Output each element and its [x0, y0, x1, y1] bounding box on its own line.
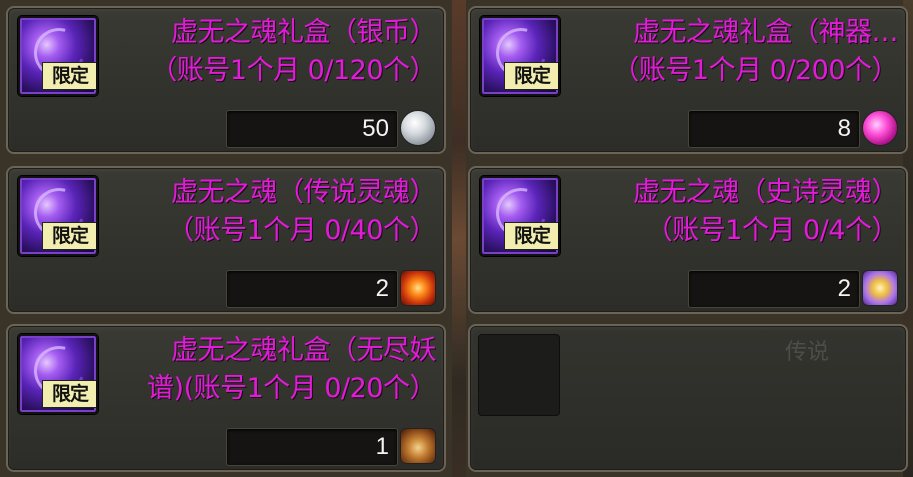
item-price: 2: [375, 275, 389, 302]
background-text: 传说: [785, 340, 830, 365]
shop-item-empty: 传说: [468, 324, 908, 472]
shop-item-silver-giftbox[interactable]: 限定 虚无之魂礼盒（银币） （账号1个月 0/120个） 50: [6, 6, 446, 154]
item-title: 虚无之魂（史诗灵魂） （账号1个月 0/4个）: [633, 177, 899, 246]
item-title: 虚无之魂（传说灵魂） （账号1个月 0/40个）: [167, 177, 436, 246]
price-bar: 2: [226, 270, 398, 308]
silver-coin-icon: [400, 110, 436, 146]
item-price: 2: [837, 275, 851, 302]
limited-badge: 限定: [42, 380, 96, 408]
pink-orb-icon: [862, 110, 898, 146]
shop-item-artifact-giftbox[interactable]: 限定 虚无之魂礼盒（神器… （账号1个月 0/200个） 8: [468, 6, 908, 154]
price-bar: 8: [688, 110, 860, 148]
shop-item-endless-giftbox[interactable]: 限定 虚无之魂礼盒（无尽妖 谱)(账号1个月 0/20个） 1: [6, 324, 446, 472]
soul-giftbox-icon[interactable]: 限定: [18, 176, 98, 256]
item-price: 1: [375, 433, 389, 460]
limited-badge: 限定: [42, 222, 96, 250]
soul-giftbox-icon[interactable]: 限定: [480, 176, 560, 256]
empty-icon-slot: [478, 334, 560, 416]
soul-giftbox-icon[interactable]: 限定: [18, 16, 98, 96]
epic-soul-icon: [862, 270, 898, 306]
item-title: 虚无之魂礼盒（无尽妖 谱)(账号1个月 0/20个）: [147, 335, 436, 404]
pouch-icon: [400, 428, 436, 464]
price-bar: 50: [226, 110, 398, 148]
limited-badge: 限定: [42, 62, 96, 90]
item-price: 50: [362, 115, 389, 142]
shop-item-legendary-soul[interactable]: 限定 虚无之魂（传说灵魂） （账号1个月 0/40个） 2: [6, 166, 446, 314]
background-divider: [452, 0, 466, 477]
soul-giftbox-icon[interactable]: 限定: [18, 334, 98, 414]
item-title: 虚无之魂礼盒（银币） （账号1个月 0/120个）: [150, 17, 436, 86]
item-price: 8: [837, 115, 851, 142]
price-bar: 2: [688, 270, 860, 308]
fire-soul-icon: [400, 270, 436, 306]
shop-item-epic-soul[interactable]: 限定 虚无之魂（史诗灵魂） （账号1个月 0/4个） 2: [468, 166, 908, 314]
limited-badge: 限定: [504, 222, 558, 250]
item-title: 虚无之魂礼盒（神器… （账号1个月 0/200个）: [612, 17, 898, 86]
price-bar: 1: [226, 428, 398, 466]
soul-giftbox-icon[interactable]: 限定: [480, 16, 560, 96]
limited-badge: 限定: [504, 62, 558, 90]
